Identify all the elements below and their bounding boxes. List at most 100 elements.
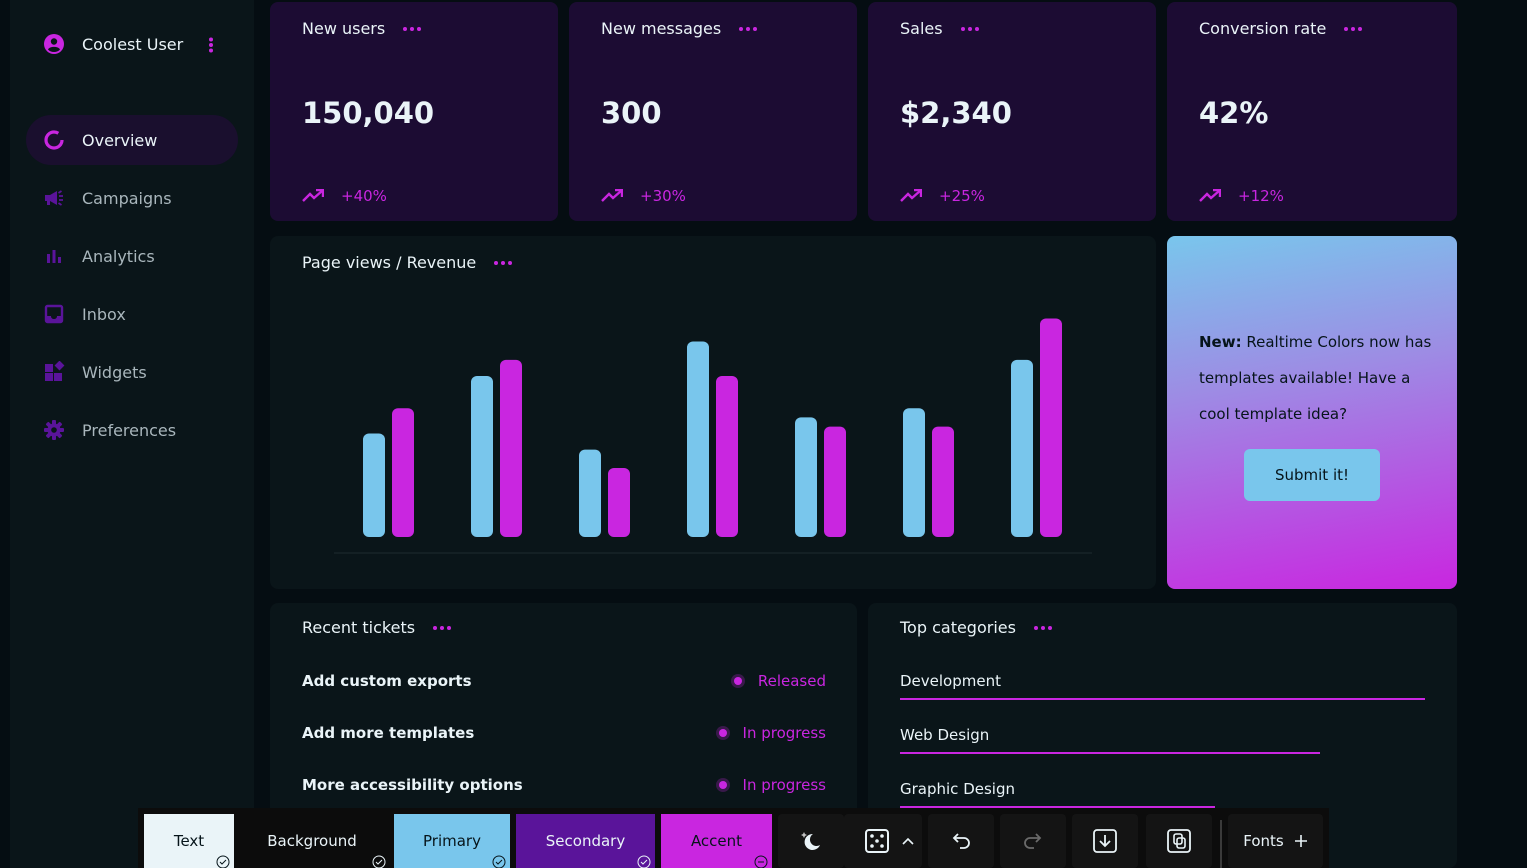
- check-circle-icon: [492, 855, 506, 868]
- fonts-button[interactable]: Fonts: [1228, 814, 1323, 868]
- check-circle-icon: [637, 855, 651, 868]
- swatch-background[interactable]: Background: [234, 814, 390, 868]
- export-button[interactable]: [1072, 814, 1138, 868]
- swatch-primary[interactable]: Primary: [394, 814, 510, 868]
- check-circle-icon: [216, 855, 230, 868]
- status-dot: [733, 677, 742, 685]
- ticket-name: More accessibility options: [302, 776, 523, 794]
- more-vertical-icon[interactable]: [208, 37, 214, 53]
- trending-up-icon: [601, 189, 623, 202]
- moon-icon: [801, 832, 820, 850]
- redo-button[interactable]: [1000, 814, 1066, 868]
- ticket-row[interactable]: Add custom exports Released: [302, 666, 826, 696]
- swatch-label: Primary: [423, 832, 481, 850]
- user-name: Coolest User: [82, 34, 184, 54]
- chart-bar: [500, 359, 522, 537]
- swatch-text[interactable]: Text: [144, 814, 234, 868]
- inbox-icon: [43, 303, 65, 325]
- minus-circle-icon: [754, 855, 768, 868]
- ticket-name: Add more templates: [302, 724, 475, 742]
- stat-value: 150,040: [302, 96, 435, 130]
- copy-button[interactable]: [1146, 814, 1212, 868]
- stat-card-conversion-rate: Conversion rate 42% +12%: [1167, 2, 1457, 221]
- more-horizontal-icon[interactable]: [403, 26, 422, 31]
- redo-icon: [1024, 833, 1042, 849]
- swatch-accent[interactable]: Accent: [661, 814, 772, 868]
- more-horizontal-icon[interactable]: [960, 26, 979, 31]
- submit-button[interactable]: Submit it!: [1244, 449, 1380, 501]
- more-horizontal-icon[interactable]: [433, 625, 452, 630]
- dice-icon: [865, 829, 889, 853]
- undo-button[interactable]: [928, 814, 994, 868]
- bar-chart-icon: [43, 245, 65, 267]
- promo-bold: New:: [1199, 333, 1242, 351]
- stat-title: Sales: [900, 19, 943, 38]
- more-horizontal-icon[interactable]: [1033, 625, 1052, 630]
- sidebar-item-label: Inbox: [82, 304, 126, 324]
- undo-icon: [952, 833, 970, 849]
- chart-bar: [716, 376, 738, 537]
- user-profile[interactable]: Coolest User: [43, 33, 213, 55]
- bar-chart: [334, 318, 1092, 554]
- sidebar-item-label: Overview: [82, 130, 158, 150]
- ticket-name: Add custom exports: [302, 672, 472, 690]
- ticket-row[interactable]: More accessibility options In progress: [302, 770, 826, 800]
- sidebar-item-overview[interactable]: Overview: [26, 115, 238, 165]
- category-item[interactable]: Graphic Design: [900, 780, 1215, 808]
- category-item[interactable]: Web Design: [900, 726, 1320, 754]
- stat-card-sales: Sales $2,340 +25%: [868, 2, 1156, 221]
- ticket-row[interactable]: Add more templates In progress: [302, 718, 826, 748]
- sidebar-item-campaigns[interactable]: Campaigns: [26, 173, 238, 223]
- chart-bar: [824, 426, 846, 537]
- chevron-up-icon[interactable]: [902, 837, 914, 845]
- category-name: Development: [900, 672, 1001, 690]
- swatch-label: Text: [173, 832, 205, 850]
- theme-toggle-button[interactable]: [778, 814, 844, 868]
- widgets-icon: [43, 361, 65, 383]
- stat-title: Conversion rate: [1199, 19, 1327, 38]
- chart-bar: [579, 449, 601, 537]
- check-circle-icon: [372, 855, 386, 868]
- category-name: Web Design: [900, 726, 990, 744]
- status-label: Released: [757, 672, 826, 690]
- chart-bar: [608, 468, 630, 537]
- chart-bar: [687, 341, 709, 537]
- more-horizontal-icon[interactable]: [739, 26, 758, 31]
- sidebar-item-label: Campaigns: [82, 188, 172, 208]
- toolbar-divider: [1220, 820, 1222, 868]
- megaphone-icon: [43, 187, 65, 209]
- stat-card-new-messages: New messages 300 +30%: [569, 2, 857, 221]
- stat-change: +30%: [640, 187, 686, 205]
- stat-value: $2,340: [900, 96, 1012, 130]
- category-bar: [900, 752, 1320, 754]
- swatch-label: Accent: [690, 832, 743, 850]
- chart-bar: [471, 376, 493, 537]
- sidebar-item-label: Widgets: [82, 362, 147, 382]
- plus-icon: [1294, 835, 1307, 847]
- chart-bar: [932, 426, 954, 537]
- categories-title: Top categories: [900, 618, 1016, 637]
- status-dot: [718, 781, 727, 789]
- sidebar-item-inbox[interactable]: Inbox: [26, 289, 238, 339]
- chart-bar: [795, 417, 817, 537]
- category-name: Graphic Design: [900, 780, 1015, 798]
- promo-text: New: Realtime Colors now has templates a…: [1199, 324, 1439, 432]
- stat-title: New messages: [601, 19, 722, 38]
- category-bar: [900, 698, 1425, 700]
- sidebar-item-widgets[interactable]: Widgets: [26, 347, 238, 397]
- chart-bar: [363, 433, 385, 537]
- sidebar-item-analytics[interactable]: Analytics: [26, 231, 238, 281]
- status-label: In progress: [742, 724, 826, 742]
- more-horizontal-icon[interactable]: [1344, 26, 1363, 31]
- ticket-status: In progress: [718, 776, 826, 794]
- stat-change: +12%: [1238, 187, 1284, 205]
- category-item[interactable]: Development: [900, 672, 1425, 700]
- chart-bar: [392, 408, 414, 537]
- sidebar-nav: Overview Campaigns Analytics Inbox Widge…: [26, 115, 238, 463]
- swatch-secondary[interactable]: Secondary: [516, 814, 655, 868]
- stat-value: 42%: [1199, 96, 1269, 130]
- trending-up-icon: [302, 189, 324, 202]
- download-icon: [1093, 829, 1117, 853]
- randomize-button[interactable]: [844, 814, 922, 868]
- sidebar-item-preferences[interactable]: Preferences: [26, 405, 238, 455]
